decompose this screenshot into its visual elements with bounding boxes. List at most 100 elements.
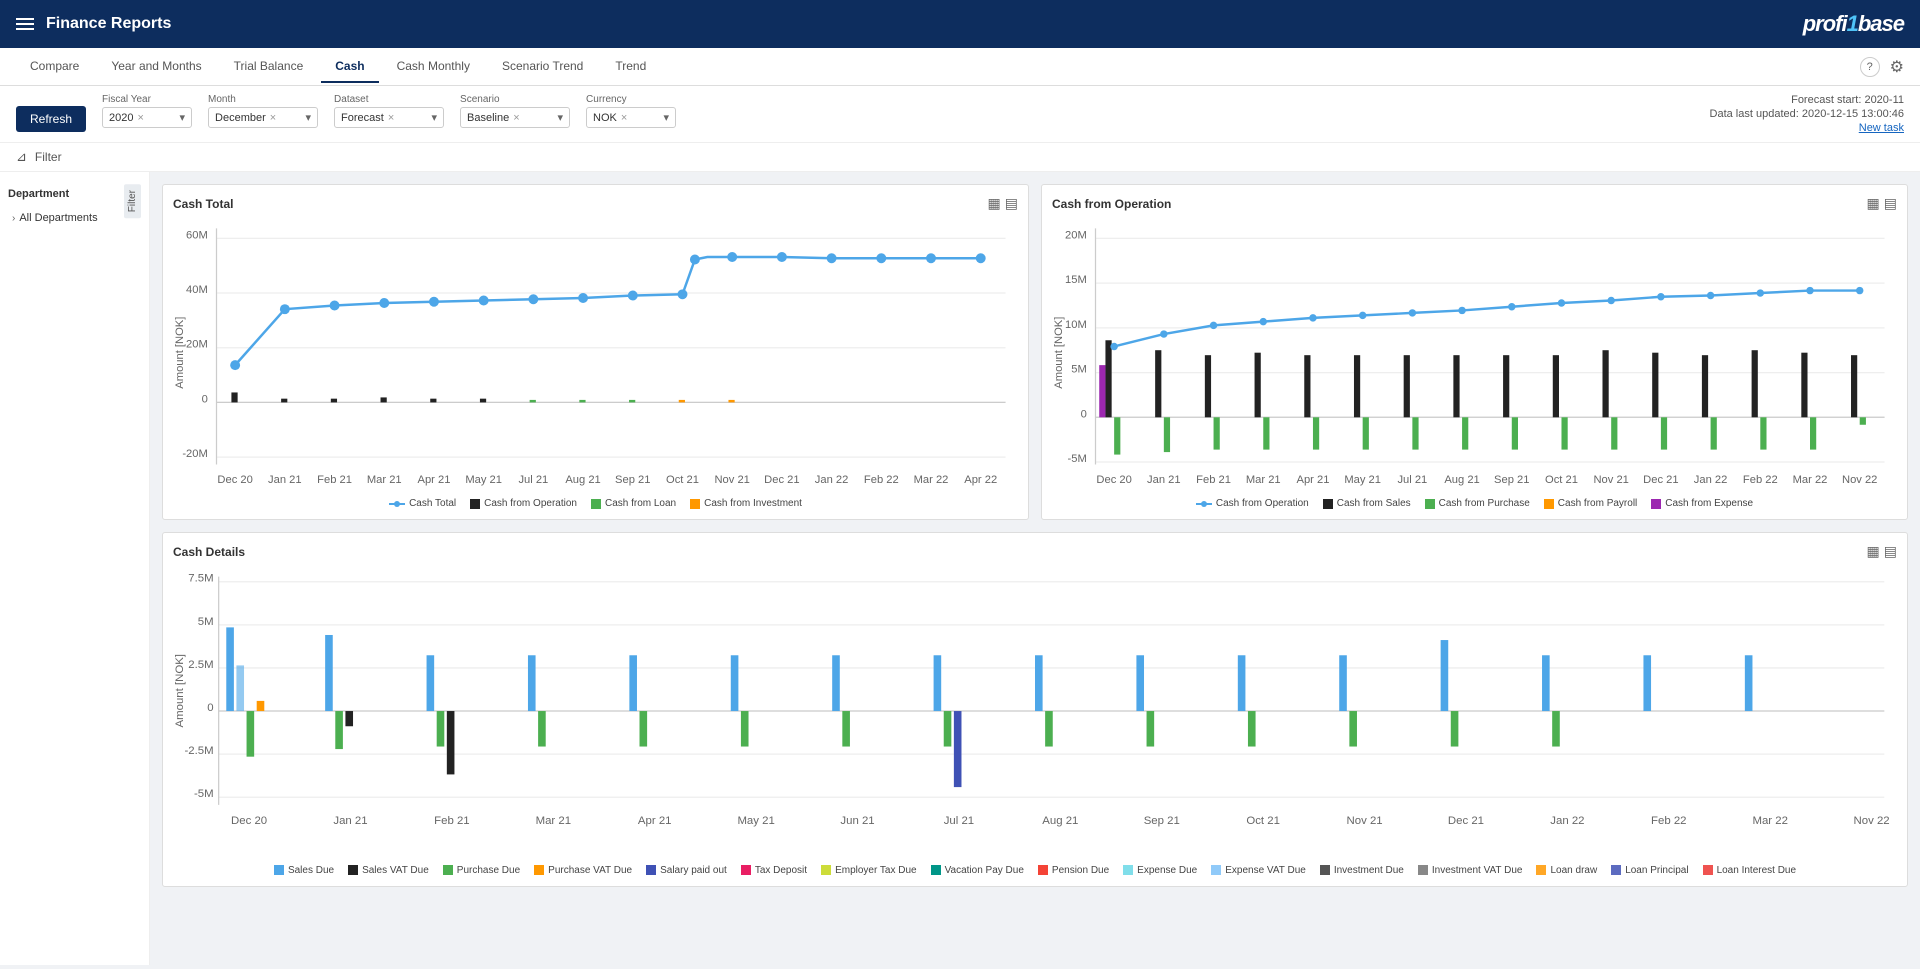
svg-text:Jan 21: Jan 21 — [268, 474, 302, 486]
data-updated: Data last updated: 2020-12-15 13:00:46 — [1710, 108, 1904, 120]
svg-text:May 21: May 21 — [737, 815, 774, 827]
svg-text:Oct 21: Oct 21 — [666, 474, 699, 486]
svg-text:Aug 21: Aug 21 — [565, 474, 600, 486]
svg-text:-2.5M: -2.5M — [184, 746, 213, 758]
new-task-link[interactable]: New task — [1859, 122, 1904, 134]
settings-button[interactable]: ⚙ — [1890, 57, 1904, 77]
fiscal-year-filter: Fiscal Year 2020 × ▾ — [102, 94, 192, 128]
currency-filter: Currency NOK × ▾ — [586, 94, 676, 128]
grid-view-icon-3[interactable]: ▤ — [1884, 543, 1897, 560]
cash-details-title: Cash Details — [173, 545, 245, 559]
legend-tax-deposit: Tax Deposit — [741, 865, 807, 876]
sidebar-filter-tab[interactable]: Filter — [124, 184, 141, 218]
svg-text:Mar 22: Mar 22 — [914, 474, 949, 486]
svg-text:Mar 22: Mar 22 — [1793, 474, 1828, 486]
legend-op-expense: Cash from Expense — [1651, 498, 1753, 509]
svg-text:5M: 5M — [198, 616, 214, 628]
fiscal-year-value: 2020 — [109, 112, 133, 124]
dataset-arrow: ▾ — [432, 111, 438, 124]
scenario-clear[interactable]: × — [513, 112, 519, 124]
svg-text:0: 0 — [207, 702, 213, 714]
currency-clear[interactable]: × — [621, 112, 627, 124]
legend-investment-due: Investment Due — [1320, 865, 1404, 876]
month-arrow: ▾ — [306, 111, 312, 124]
svg-text:Feb 21: Feb 21 — [1196, 474, 1231, 486]
forecast-start: Forecast start: 2020-11 — [1791, 94, 1904, 106]
legend-op-purchase: Cash from Purchase — [1425, 498, 1530, 509]
svg-text:Nov 22: Nov 22 — [1854, 815, 1890, 827]
svg-text:Dec 21: Dec 21 — [764, 474, 799, 486]
scenario-value: Baseline — [467, 112, 509, 124]
toolbar-filters: Fiscal Year 2020 × ▾ Month December × ▾ … — [102, 94, 1693, 128]
cash-total-svg: 60M 40M 20M 0 -20M Amount [NOK] — [173, 216, 1018, 489]
y-label-20m: 20M — [186, 339, 208, 351]
svg-text:Aug 21: Aug 21 — [1042, 815, 1078, 827]
tab-scenario-trend[interactable]: Scenario Trend — [488, 51, 597, 83]
legend-op-sales: Cash from Sales — [1323, 498, 1411, 509]
header-left: Finance Reports — [16, 15, 171, 33]
month-select[interactable]: December × ▾ — [208, 107, 318, 128]
cash-total-header: Cash Total ▦ ▤ — [173, 195, 1018, 212]
dataset-clear[interactable]: × — [388, 112, 394, 124]
tab-cash-monthly[interactable]: Cash Monthly — [383, 51, 484, 83]
table-view-icon-2[interactable]: ▦ — [1867, 195, 1880, 212]
cash-total-chart: 60M 40M 20M 0 -20M Amount [NOK] — [173, 216, 1018, 492]
tab-trend[interactable]: Trend — [601, 51, 660, 83]
svg-text:Apr 21: Apr 21 — [417, 474, 450, 486]
hamburger-menu[interactable] — [16, 18, 34, 30]
help-button[interactable]: ? — [1860, 57, 1880, 77]
tab-compare[interactable]: Compare — [16, 51, 93, 83]
cash-details-svg: 7.5M 5M 2.5M 0 -2.5M -5M Amount [NOK] — [173, 564, 1897, 856]
fiscal-year-clear[interactable]: × — [138, 112, 144, 124]
currency-select[interactable]: NOK × ▾ — [586, 107, 676, 128]
header: Finance Reports profi1base — [0, 0, 1920, 48]
legend-op-payroll: Cash from Payroll — [1544, 498, 1637, 509]
sidebar-item-all-departments[interactable]: › All Departments — [8, 208, 120, 228]
fiscal-year-select[interactable]: 2020 × ▾ — [102, 107, 192, 128]
legend-purchase-due: Purchase Due — [443, 865, 520, 876]
table-view-icon-3[interactable]: ▦ — [1867, 543, 1880, 560]
refresh-button[interactable]: Refresh — [16, 106, 86, 132]
dataset-label: Dataset — [334, 94, 444, 105]
filter-label[interactable]: Filter — [35, 150, 62, 164]
svg-text:Apr 22: Apr 22 — [964, 474, 997, 486]
svg-text:May 21: May 21 — [465, 474, 502, 486]
y-axis-title: Amount [NOK] — [174, 317, 186, 389]
svg-text:10M: 10M — [1065, 319, 1087, 331]
month-clear[interactable]: × — [270, 112, 276, 124]
dataset-select[interactable]: Forecast × ▾ — [334, 107, 444, 128]
legend-cash-investment-label: Cash from Investment — [704, 498, 802, 509]
cash-operation-legend: Cash from Operation Cash from Sales Cash… — [1052, 498, 1897, 509]
legend-salary: Salary paid out — [646, 865, 727, 876]
svg-text:Feb 22: Feb 22 — [864, 474, 899, 486]
svg-text:Aug 21: Aug 21 — [1444, 474, 1479, 486]
svg-text:Jan 21: Jan 21 — [333, 815, 367, 827]
legend-employer-tax: Employer Tax Due — [821, 865, 917, 876]
tab-cash[interactable]: Cash — [321, 51, 378, 83]
svg-text:7.5M: 7.5M — [188, 573, 213, 585]
legend-loan-principal: Loan Principal — [1611, 865, 1688, 876]
legend-cash-loan-label: Cash from Loan — [605, 498, 676, 509]
fiscal-year-arrow: ▾ — [180, 111, 186, 124]
svg-text:5M: 5M — [1071, 364, 1087, 376]
scenario-select[interactable]: Baseline × ▾ — [460, 107, 570, 128]
svg-text:2.5M: 2.5M — [188, 659, 213, 671]
cash-details-legend: Sales Due Sales VAT Due Purchase Due Pur… — [173, 865, 1897, 876]
filter-icon: ⊿ — [16, 149, 27, 165]
tab-trial-balance[interactable]: Trial Balance — [220, 51, 318, 83]
sidebar-item-label: All Departments — [19, 212, 97, 224]
scenario-arrow: ▾ — [558, 111, 564, 124]
cash-details-chart: 7.5M 5M 2.5M 0 -2.5M -5M Amount [NOK] — [173, 564, 1897, 859]
grid-view-icon-2[interactable]: ▤ — [1884, 195, 1897, 212]
svg-text:Oct 21: Oct 21 — [1246, 815, 1280, 827]
legend-expense-vat: Expense VAT Due — [1211, 865, 1306, 876]
legend-cash-operation-label: Cash from Operation — [484, 498, 577, 509]
cash-total-legend: Cash Total Cash from Operation Cash from… — [173, 498, 1018, 509]
cash-operation-panel: Cash from Operation ▦ ▤ 20M 15M 10M 5M 0 — [1041, 184, 1908, 520]
cash-total-line — [235, 257, 981, 365]
grid-view-icon[interactable]: ▤ — [1005, 195, 1018, 212]
table-view-icon[interactable]: ▦ — [988, 195, 1001, 212]
y-label-60m: 60M — [186, 229, 208, 241]
tab-year-months[interactable]: Year and Months — [97, 51, 215, 83]
legend-expense-due: Expense Due — [1123, 865, 1197, 876]
